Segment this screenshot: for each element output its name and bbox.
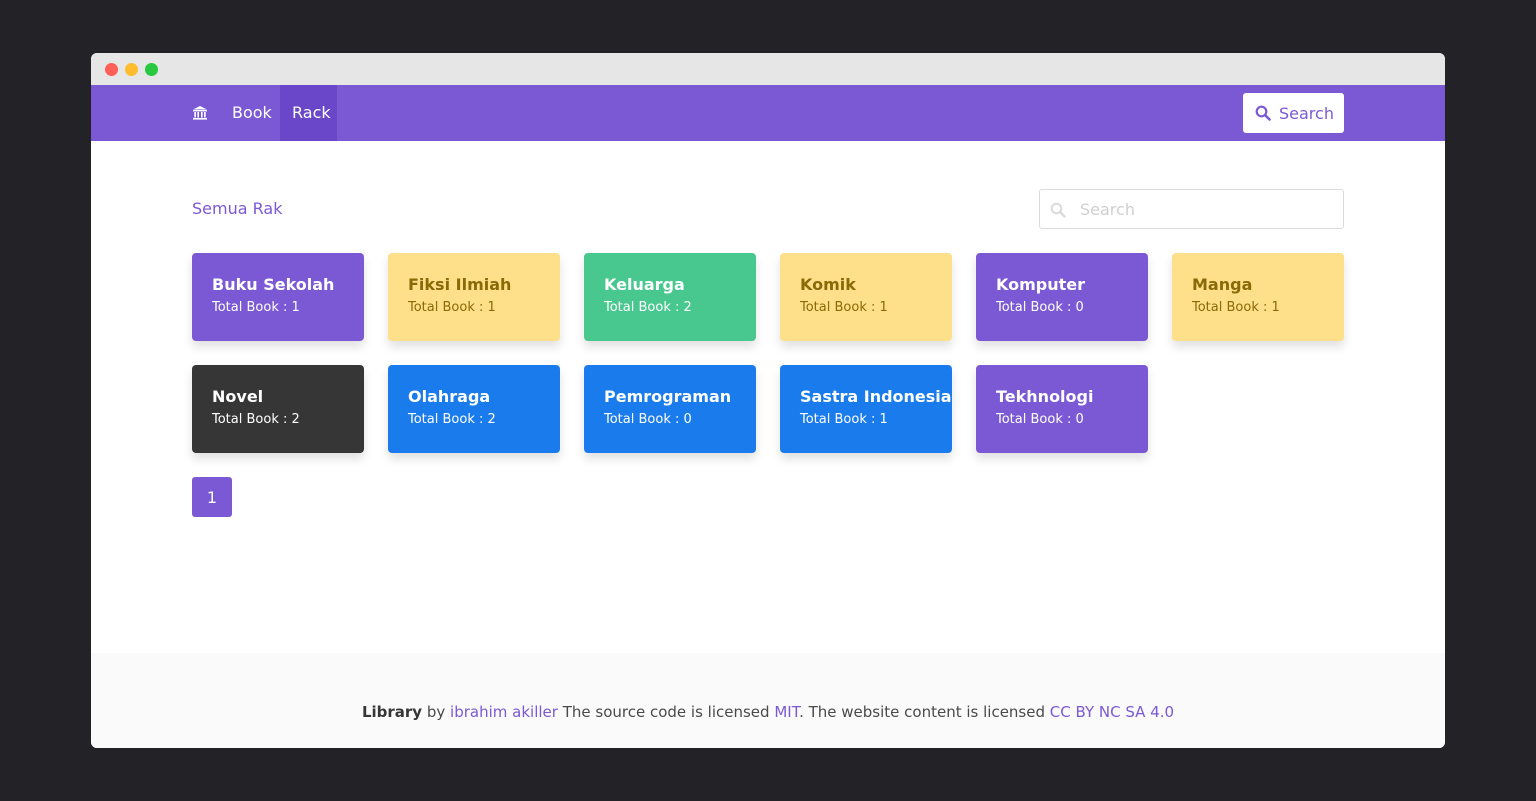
rack-count: Total Book : 1	[800, 412, 888, 427]
rack-count: Total Book : 0	[996, 300, 1084, 315]
rack-card-fiksi-ilmiah[interactable]: Fiksi Ilmiah Total Book : 1	[388, 253, 560, 341]
rack-name: Tekhnologi	[996, 387, 1094, 406]
footer: Library by ibrahim akiller The source co…	[91, 653, 1445, 748]
rack-name: Sastra Indonesia	[800, 387, 952, 406]
main-content: Semua Rak Buku Sekolah Total Book : 1 Fi…	[91, 141, 1445, 748]
rack-count: Total Book : 1	[408, 300, 496, 315]
rack-card-komputer[interactable]: Komputer Total Book : 0	[976, 253, 1148, 341]
footer-by: by	[426, 703, 446, 721]
search-input[interactable]	[1080, 198, 1330, 220]
pagination-page-button[interactable]: 1	[192, 477, 232, 517]
rack-count: Total Book : 0	[604, 412, 692, 427]
rack-card-olahraga[interactable]: Olahraga Total Book : 2	[388, 365, 560, 453]
bank-icon[interactable]	[192, 105, 208, 121]
rack-card-pemrograman[interactable]: Pemrograman Total Book : 0	[584, 365, 756, 453]
rack-name: Novel	[212, 387, 264, 406]
rack-name: Olahraga	[408, 387, 491, 406]
rack-name: Komik	[800, 275, 856, 294]
nav-rack-link[interactable]: Rack	[280, 85, 337, 141]
rack-name: Manga	[1192, 275, 1253, 294]
search-icon	[1255, 105, 1271, 121]
rack-count: Total Book : 2	[212, 412, 300, 427]
footer-source-text: The source code is licensed	[562, 703, 770, 721]
rack-card-buku-sekolah[interactable]: Buku Sekolah Total Book : 1	[192, 253, 364, 341]
rack-card-novel[interactable]: Novel Total Book : 2	[192, 365, 364, 453]
footer-text: Library by ibrahim akiller The source co…	[91, 703, 1445, 721]
rack-card-tekhnologi[interactable]: Tekhnologi Total Book : 0	[976, 365, 1148, 453]
rack-name: Fiksi Ilmiah	[408, 275, 512, 294]
rack-count: Total Book : 1	[212, 300, 300, 315]
rack-card-komik[interactable]: Komik Total Book : 1	[780, 253, 952, 341]
maximize-window-button[interactable]	[145, 63, 158, 76]
search-button-label: Search	[1279, 103, 1334, 123]
rack-search-field[interactable]	[1039, 189, 1344, 229]
rack-name: Keluarga	[604, 275, 685, 294]
rack-count: Total Book : 2	[408, 412, 496, 427]
rack-name: Buku Sekolah	[212, 275, 335, 294]
rack-count: Total Book : 0	[996, 412, 1084, 427]
mit-license-link[interactable]: MIT	[774, 703, 799, 721]
footer-brand: Library	[361, 703, 423, 721]
rack-count: Total Book : 2	[604, 300, 692, 315]
browser-window: Book Rack Search Semua Rak Buku Sekolah …	[91, 53, 1445, 748]
search-icon	[1050, 202, 1066, 218]
nav-book-link[interactable]: Book	[220, 85, 284, 141]
window-titlebar	[91, 53, 1445, 85]
minimize-window-button[interactable]	[125, 63, 138, 76]
close-window-button[interactable]	[105, 63, 118, 76]
page-title: Semua Rak	[192, 199, 283, 218]
search-button[interactable]: Search	[1243, 93, 1344, 133]
author-link[interactable]: ibrahim akiller	[450, 703, 558, 721]
rack-count: Total Book : 1	[1192, 300, 1280, 315]
rack-name: Komputer	[996, 275, 1086, 294]
navbar: Book Rack Search	[91, 85, 1445, 141]
cc-license-link[interactable]: CC BY NC SA 4.0	[1050, 703, 1174, 721]
rack-card-manga[interactable]: Manga Total Book : 1	[1172, 253, 1344, 341]
rack-card-sastra-indonesia[interactable]: Sastra Indonesia Total Book : 1	[780, 365, 952, 453]
footer-content-text: . The website content is licensed	[799, 703, 1045, 721]
rack-count: Total Book : 1	[800, 300, 888, 315]
rack-name: Pemrograman	[604, 387, 732, 406]
rack-card-keluarga[interactable]: Keluarga Total Book : 2	[584, 253, 756, 341]
